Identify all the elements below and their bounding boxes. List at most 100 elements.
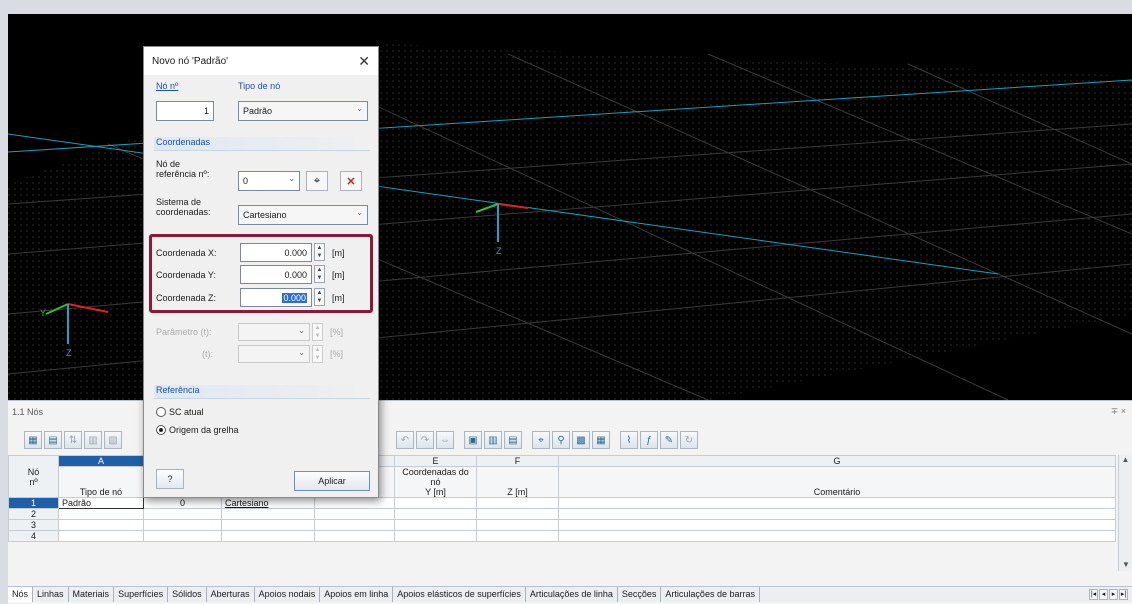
radio-dot[interactable] — [156, 407, 166, 417]
tab-navigation: |◂ ◂ ▸ ▸| — [1089, 589, 1128, 600]
tab-surfaces[interactable]: Superfícies — [114, 587, 169, 602]
table-scrollbar[interactable]: ▲ ▼ — [1118, 455, 1132, 571]
table-icon[interactable]: ▦ — [24, 431, 42, 449]
param-unit-2: [%] — [330, 349, 344, 359]
tab-last-icon[interactable]: ▸| — [1119, 589, 1128, 600]
param-select-2[interactable]: ⌄ — [238, 345, 310, 363]
ref-node-select[interactable]: 0 ⌄ — [238, 171, 300, 191]
param-select[interactable]: ⌄ — [238, 323, 310, 341]
refresh-icon[interactable]: ↻ — [680, 431, 698, 449]
tab-member-hinges[interactable]: Articulações de barras — [661, 587, 760, 602]
column-f-header[interactable]: F — [476, 455, 559, 467]
header-no-2: nº — [29, 476, 38, 487]
dialog-title: Novo nó 'Padrão' — [152, 55, 229, 67]
tab-sections[interactable]: Secções — [618, 587, 662, 602]
new-node-dialog: Novo nó 'Padrão' ✕ Nó nº Tipo de nó 1 Pa… — [143, 46, 379, 498]
scroll-up-icon[interactable]: ▲ — [1119, 455, 1132, 464]
panel-close-icon[interactable]: ∓ × — [1111, 406, 1126, 417]
delete-icon[interactable]: ✕ — [340, 171, 362, 191]
pick-node-icon[interactable]: ⌖ — [306, 171, 328, 191]
header-no-1: Nó — [27, 466, 40, 477]
filter-icon[interactable]: ▥ — [84, 431, 102, 449]
tab-line-supports[interactable]: Apoios em linha — [320, 587, 394, 602]
node-no-input[interactable]: 1 — [156, 101, 214, 121]
coord-system-select[interactable]: Cartesiano ⌄ — [238, 205, 368, 225]
print-icon[interactable]: ▦ — [592, 431, 610, 449]
tab-nodal-supports[interactable]: Apoios nodais — [255, 587, 321, 602]
tab-nodes[interactable]: Nós — [8, 587, 34, 602]
coord-x-label: Coordenada X: — [156, 248, 217, 258]
coordinates-group-header: Coordenadas — [154, 137, 370, 151]
coord-y-input[interactable]: 0.000 — [240, 265, 312, 284]
cell-ref-node[interactable]: 0 — [143, 497, 222, 509]
radio-dot[interactable] — [156, 425, 166, 435]
table-row[interactable]: 2 — [8, 508, 1116, 520]
param-spinner-2: ▲ ▼ — [312, 345, 323, 363]
redo-icon[interactable]: ↷ — [416, 431, 434, 449]
import-icon[interactable]: ▧ — [104, 431, 122, 449]
chevron-down-icon[interactable]: ⌄ — [356, 104, 363, 113]
dialog-titlebar[interactable]: Novo nó 'Padrão' ✕ — [144, 47, 378, 75]
view-icon[interactable]: ▣ — [464, 431, 482, 449]
table-edit-icon[interactable]: ▤ — [44, 431, 62, 449]
chevron-down-icon[interactable]: ⌄ — [288, 174, 295, 183]
row-number[interactable]: 2 — [8, 508, 59, 520]
columns-icon[interactable]: ▥ — [484, 431, 502, 449]
move-icon[interactable]: ⇔ — [436, 431, 454, 449]
node-type-select[interactable]: Padrão ⌄ — [238, 101, 368, 121]
tab-first-icon[interactable]: |◂ — [1089, 589, 1098, 600]
ref-node-label: Nó de referência nº: — [156, 159, 209, 179]
table-row[interactable]: 4 — [8, 530, 1116, 542]
row-number[interactable]: 3 — [8, 519, 59, 531]
excel-icon[interactable]: ▩ — [572, 431, 590, 449]
row-number[interactable]: 1 — [8, 497, 59, 509]
coord-system-label-line1: Sistema de — [156, 197, 202, 207]
param-label: Parâmetro (t): — [156, 327, 212, 337]
table-row[interactable]: 1 Padrão 0 Cartesiano — [8, 497, 1116, 509]
coord-x-spinner[interactable]: ▲ ▼ — [314, 243, 325, 261]
tab-openings[interactable]: Aberturas — [207, 587, 255, 602]
sort-icon[interactable]: ⇅ — [64, 431, 82, 449]
table-row[interactable]: 3 — [8, 519, 1116, 531]
color-icon[interactable]: ✎ — [660, 431, 678, 449]
filter-table-icon[interactable]: ⚲ — [552, 431, 570, 449]
coord-z-spinner[interactable]: ▲ ▼ — [314, 288, 325, 306]
cell-coord-system[interactable]: Cartesiano — [221, 497, 315, 509]
ref-node-label-line1: Nó de — [156, 159, 181, 169]
column-g-header[interactable]: G — [558, 455, 1116, 467]
chevron-down-icon[interactable]: ⌄ — [356, 208, 363, 217]
tab-prev-icon[interactable]: ◂ — [1099, 589, 1108, 600]
cell-node-type[interactable]: Padrão — [58, 497, 144, 509]
ref-node-label-line2: referência nº: — [156, 169, 210, 179]
coord-x-unit: [m] — [332, 248, 345, 258]
tab-line-hinges[interactable]: Articulações de linha — [526, 587, 618, 602]
param-spinner: ▲ ▼ — [312, 323, 323, 341]
tab-next-icon[interactable]: ▸ — [1109, 589, 1118, 600]
apply-button[interactable]: Aplicar — [294, 471, 370, 491]
radio-current-cs[interactable]: SC atual — [156, 407, 204, 417]
coord-y-spinner[interactable]: ▲ ▼ — [314, 265, 325, 283]
scroll-down-icon[interactable]: ▼ — [1119, 560, 1132, 569]
graph-icon[interactable]: ⌇ — [620, 431, 638, 449]
tab-solids[interactable]: Sólidos — [168, 587, 207, 602]
tab-lines[interactable]: Linhas — [33, 587, 69, 602]
help-icon: ? — [167, 474, 173, 484]
coord-z-input[interactable]: 0.000 — [240, 288, 312, 307]
row-number[interactable]: 4 — [8, 530, 59, 542]
select-icon[interactable]: ⌖ — [532, 431, 550, 449]
undo-icon[interactable]: ↶ — [396, 431, 414, 449]
chevron-down-icon: ⌄ — [298, 348, 305, 357]
tab-surface-elastic-supports[interactable]: Apoios elásticos de superfícies — [393, 587, 526, 602]
export-icon[interactable]: ▤ — [504, 431, 522, 449]
param-unit: [%] — [330, 327, 344, 337]
param-label-2: (t): — [202, 349, 213, 359]
coord-x-input[interactable]: 0.000 — [240, 243, 312, 262]
tab-materials[interactable]: Materiais — [69, 587, 115, 602]
function-icon[interactable]: ƒ — [640, 431, 658, 449]
radio-grid-origin[interactable]: Origem da grelha — [156, 425, 239, 435]
header-z: Z [m] — [476, 466, 559, 498]
help-button[interactable]: ? — [156, 469, 184, 489]
column-a-header[interactable]: A — [58, 455, 144, 467]
close-icon[interactable]: ✕ — [358, 53, 370, 70]
column-e-header[interactable]: E — [394, 455, 477, 467]
